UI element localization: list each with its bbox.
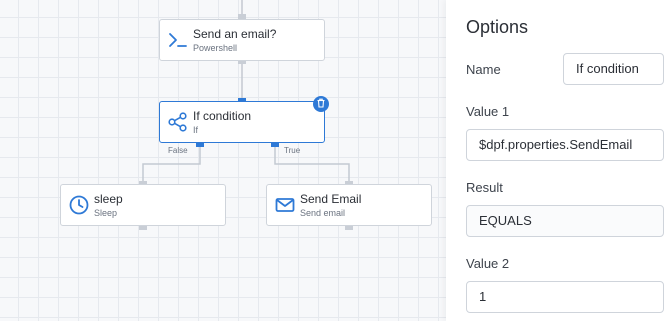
value1-input[interactable]: $dpf.properties.SendEmail — [466, 129, 664, 161]
delete-node-button[interactable] — [313, 96, 329, 112]
node-subtitle: Send email — [300, 208, 346, 218]
value2-label: Value 2 — [466, 256, 510, 271]
name-input[interactable]: If condition — [563, 53, 664, 85]
name-label: Name — [466, 62, 501, 77]
node-sleep[interactable]: sleep Sleep — [60, 184, 226, 226]
clock-icon — [68, 194, 90, 216]
edge-label-false: False — [168, 146, 188, 155]
node-send-an-email[interactable]: Send an email? Powershell — [159, 19, 325, 61]
share-icon — [167, 111, 189, 133]
value1-label: Value 1 — [466, 104, 510, 119]
result-label: Result — [466, 180, 503, 195]
terminal-icon — [167, 29, 189, 51]
node-send-email[interactable]: Send Email Send email — [266, 184, 432, 226]
mail-icon — [274, 194, 296, 216]
node-if-condition[interactable]: If condition If — [159, 101, 325, 143]
options-panel: Options Name If condition Value 1 $dpf.p… — [446, 0, 664, 321]
value2-input[interactable]: 1 — [466, 281, 664, 313]
node-subtitle: Sleep — [94, 208, 118, 218]
node-title: Send Email — [300, 192, 362, 206]
workflow-canvas[interactable]: False True Send an email? Powershell If … — [0, 0, 446, 321]
node-title: If condition — [193, 109, 252, 123]
node-title: sleep — [94, 192, 123, 206]
node-subtitle: If — [193, 125, 199, 135]
node-title: Send an email? — [193, 27, 277, 41]
result-select[interactable]: EQUALS — [466, 205, 664, 237]
node-subtitle: Powershell — [193, 43, 238, 53]
trash-icon — [316, 95, 326, 113]
panel-title: Options — [466, 17, 529, 37]
edge-label-true: True — [284, 146, 301, 155]
